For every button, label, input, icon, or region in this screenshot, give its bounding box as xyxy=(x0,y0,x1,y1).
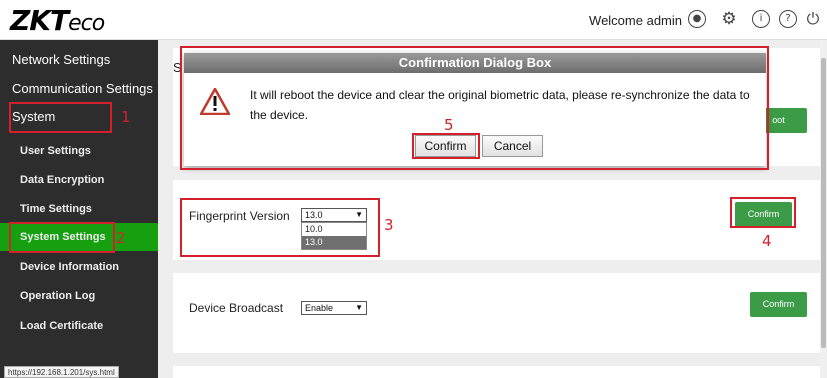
sidebar-item-device-information[interactable]: Device Information xyxy=(0,253,158,281)
zkteco-logo: ZKTeco xyxy=(10,4,105,37)
sidebar-item-data-encryption[interactable]: Data Encryption xyxy=(0,166,158,194)
annotation-number-1: 1 xyxy=(121,108,131,126)
annotation-box-1 xyxy=(9,102,112,133)
annotation-box-5 xyxy=(412,133,480,159)
broadcast-confirm-button[interactable]: Confirm xyxy=(750,292,807,317)
gear-icon[interactable]: ⚙ xyxy=(720,10,738,28)
power-icon[interactable]: ⏻ xyxy=(804,10,822,28)
nav-communication-settings[interactable]: Communication Settings xyxy=(0,75,158,103)
scrollbar[interactable] xyxy=(820,40,827,378)
annotation-box-4 xyxy=(730,197,796,228)
device-broadcast-label: Device Broadcast xyxy=(189,301,284,315)
annotation-number-4: 4 xyxy=(762,232,772,250)
nav-network-settings[interactable]: Network Settings xyxy=(0,46,158,74)
help-icon[interactable]: ? xyxy=(779,10,797,28)
info-icon[interactable]: i xyxy=(752,10,770,28)
welcome-text: Welcome admin xyxy=(589,13,682,28)
sidebar-item-operation-log[interactable]: Operation Log xyxy=(0,282,158,310)
scrollbar-thumb[interactable] xyxy=(821,58,826,348)
chevron-down-icon: ▼ xyxy=(355,303,363,312)
sidebar-item-user-settings[interactable]: User Settings xyxy=(0,137,158,165)
user-icon[interactable]: ● xyxy=(688,10,706,28)
status-url: https://192.168.1.201/sys.html xyxy=(4,366,119,378)
annotation-number-3: 3 xyxy=(384,216,394,234)
next-card-partial xyxy=(173,366,820,378)
sidebar: Network Settings Communication Settings … xyxy=(0,40,158,378)
annotation-box-3 xyxy=(180,198,380,257)
annotation-number-2: 2 xyxy=(116,229,126,247)
broadcast-card: Device Broadcast Enable ▼ Confirm xyxy=(173,273,820,353)
annotation-number-5: 5 xyxy=(444,116,454,134)
top-header: ZKTeco Welcome admin ● ⚙ i ? ⏻ xyxy=(0,0,827,40)
sidebar-item-load-certificate[interactable]: Load Certificate xyxy=(0,312,158,340)
annotation-box-2 xyxy=(9,222,115,253)
sidebar-item-time-settings[interactable]: Time Settings xyxy=(0,195,158,223)
device-broadcast-select[interactable]: Enable ▼ xyxy=(301,301,367,315)
